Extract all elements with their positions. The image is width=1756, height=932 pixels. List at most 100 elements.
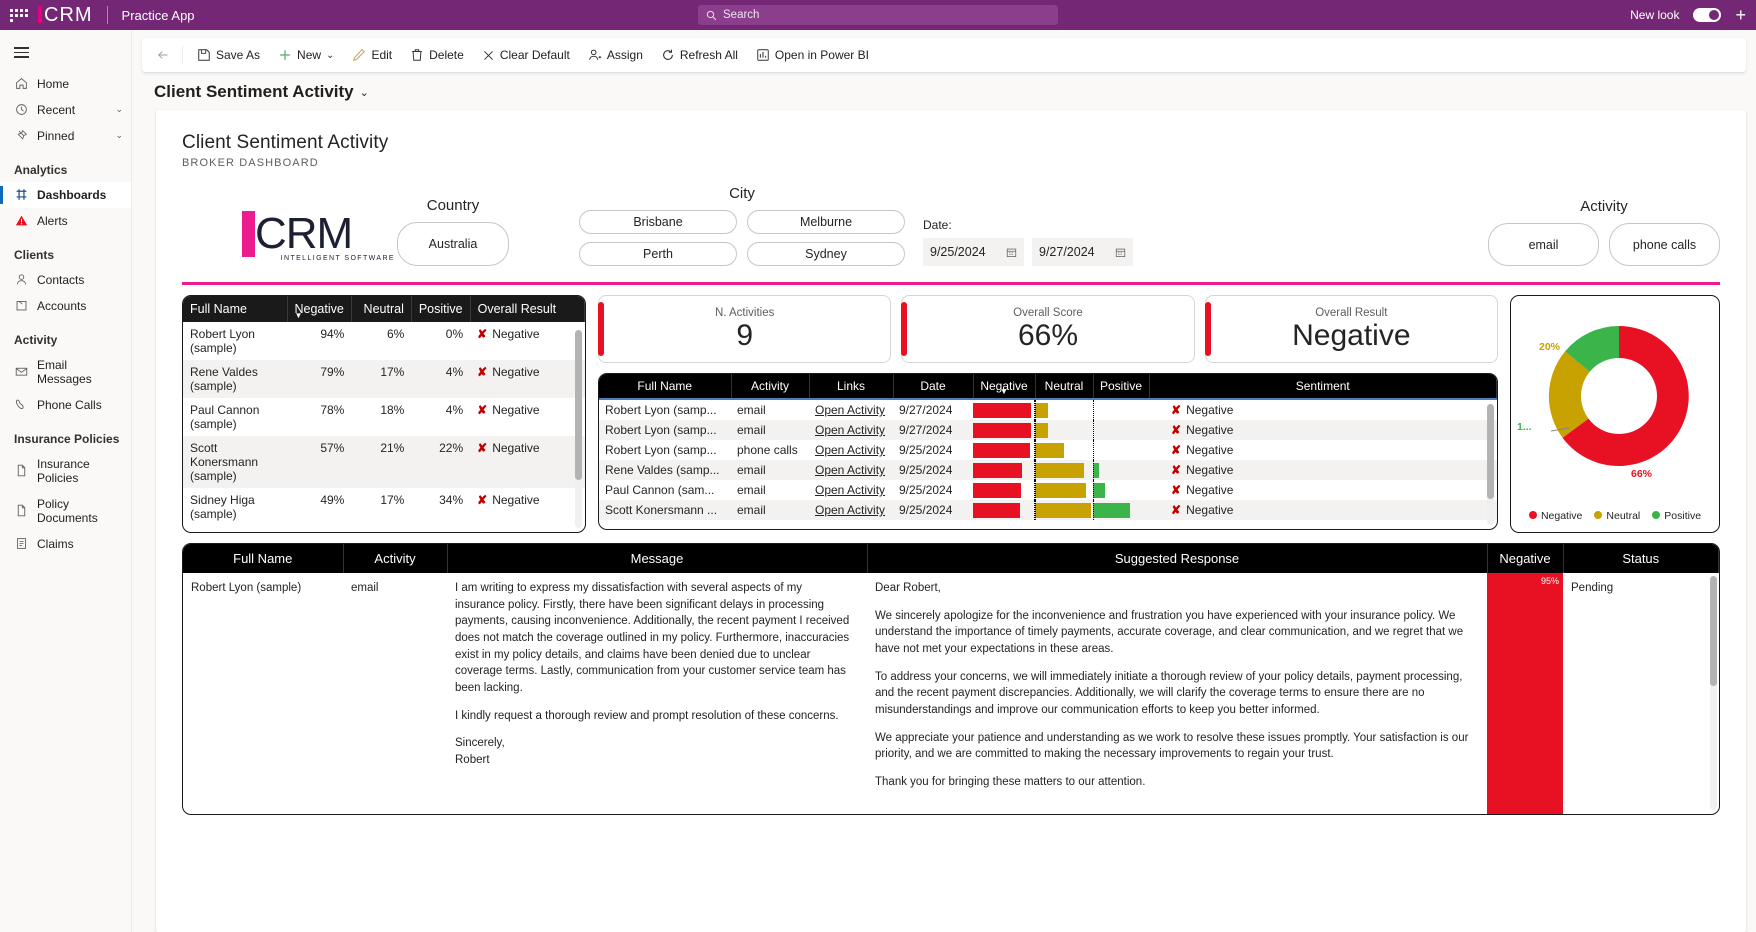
table-row[interactable]: Rene Valdes (samp... email Open Activity… [599,460,1497,480]
chevron-down-icon[interactable]: ⌄ [326,50,334,61]
sidebar-item-pinned[interactable]: Pinned ⌄ [0,123,131,149]
table-row[interactable]: Robert Lyon (samp... email Open Activity… [599,420,1497,440]
scrollbar-thumb[interactable] [575,330,582,480]
col-message[interactable]: Message [447,544,868,573]
col-full-name[interactable]: Full Name [183,544,344,573]
open-in-power-bi-button[interactable]: Open in Power BI [748,44,877,66]
table-row[interactable]: Scott Konersmann ... email Open Activity… [599,500,1497,520]
table-row[interactable]: Robert Lyon (sample) email I am writing … [183,573,1719,814]
clear-default-button[interactable]: Clear Default [474,44,578,66]
legend-item-positive[interactable]: Positive [1652,510,1701,522]
cell-link[interactable]: Open Activity [809,399,893,420]
calendar-icon[interactable] [1006,247,1017,258]
page-title[interactable]: Client Sentiment Activity ⌄ [132,72,1756,110]
summary-table-scrollbar[interactable] [575,330,582,528]
col-neutral[interactable]: Neutral [1035,374,1094,399]
col-activity[interactable]: Activity [343,544,448,573]
open-activity-link[interactable]: Open Activity [815,463,885,477]
col-date[interactable]: Date [893,374,974,399]
col-overall-result[interactable]: Overall Result [470,296,585,322]
table-row[interactable]: Paul Cannon (sample) 78% 18% 4% ✘ Negativ… [183,398,585,436]
calendar-icon[interactable] [1115,247,1126,258]
table-row[interactable]: Rene Valdes (sample) 79% 17% 4% ✘ Negativ… [183,360,585,398]
cell-link[interactable]: Open Activity [809,460,893,480]
sidebar-item-policy-documents[interactable]: Policy Documents [0,491,131,531]
chevron-down-icon[interactable]: ⌄ [360,86,369,99]
open-activity-link[interactable]: Open Activity [815,403,885,417]
legend-item-neutral[interactable]: Neutral [1594,510,1640,522]
detail-table-scrollbar[interactable] [1487,404,1494,525]
open-activity-link[interactable]: Open Activity [815,483,885,497]
donut-chart[interactable] [1519,304,1713,494]
col-activity[interactable]: Activity [731,374,810,399]
scrollbar-thumb[interactable] [1710,576,1717,686]
cell-link[interactable]: Open Activity [809,500,893,520]
message-table-scrollbar[interactable] [1710,576,1717,810]
col-negative[interactable]: Negative ▼ [287,296,352,322]
date-from-input[interactable]: 9/25/2024 [923,238,1024,266]
table-row[interactable]: Scott Konersmann (sample) 57% 21% 22% ✘ N… [183,436,585,488]
table-row[interactable]: Robert Lyon (sample) 94% 6% 0% ✘ Negative [183,322,585,360]
app-header: CRM Practice App Search New look + [0,0,1756,30]
sidebar-item-claims[interactable]: Claims [0,531,131,557]
sidebar-collapse-icon[interactable] [0,36,131,71]
add-icon[interactable]: + [1735,6,1746,24]
cell-link[interactable]: Open Activity [809,440,893,460]
table-row[interactable]: Paul Cannon (sam... email Open Activity … [599,480,1497,500]
header-divider [106,6,108,24]
cell-link[interactable]: Open Activity [809,480,893,500]
col-suggested-response[interactable]: Suggested Response [867,544,1488,573]
col-sentiment[interactable]: Sentiment [1149,374,1497,399]
legend-item-negative[interactable]: Negative [1528,510,1582,522]
sidebar-item-dashboards[interactable]: Dashboards [0,181,131,208]
save-as-button[interactable]: Save As [189,44,268,66]
open-activity-link[interactable]: Open Activity [815,503,885,517]
city-option-brisbane[interactable]: Brisbane [579,210,737,234]
col-positive[interactable]: Positive [411,296,471,322]
refresh-all-button[interactable]: Refresh All [653,44,746,66]
app-launcher-icon[interactable] [10,8,28,22]
search-placeholder-text: Search [723,9,760,21]
sidebar-item-phone-calls[interactable]: Phone Calls [0,392,131,418]
delete-button[interactable]: Delete [402,44,472,66]
city-option-melburne[interactable]: Melburne [747,210,905,234]
assign-button[interactable]: Assign [580,44,651,66]
new-button[interactable]: New ⌄ [270,44,342,66]
table-row[interactable]: Robert Lyon (samp... phone calls Open Ac… [599,440,1497,460]
sidebar-item-alerts[interactable]: Alerts [0,208,131,234]
chevron-down-icon[interactable]: ⌄ [115,104,123,115]
col-neutral[interactable]: Neutral [351,296,412,322]
sidebar-item-home[interactable]: Home [0,71,131,97]
scrollbar-thumb[interactable] [1487,404,1494,499]
search-input[interactable]: Search [698,5,1058,25]
sidebar-item-recent[interactable]: Recent ⌄ [0,97,131,123]
col-status[interactable]: Status [1563,544,1719,573]
date-to-input[interactable]: 9/27/2024 [1032,238,1133,266]
sidebar-item-email-messages[interactable]: Email Messages [0,352,131,392]
col-full-name[interactable]: Full Name [183,296,288,322]
activity-option-phone-calls[interactable]: phone calls [1609,223,1720,266]
new-look-toggle[interactable] [1693,8,1722,22]
sidebar-item-contacts[interactable]: Contacts [0,267,131,293]
col-full-name[interactable]: Full Name [599,374,732,399]
table-row[interactable]: Robert Lyon (samp... email Open Activity… [599,399,1497,420]
sidebar-item-label: Alerts [37,213,68,228]
cell-link[interactable]: Open Activity [809,420,893,440]
col-positive[interactable]: Positive [1093,374,1150,399]
col-links[interactable]: Links [809,374,894,399]
city-option-perth[interactable]: Perth [579,242,737,266]
chevron-down-icon[interactable]: ⌄ [115,130,123,141]
back-button[interactable] [150,45,176,65]
edit-button[interactable]: Edit [344,44,400,66]
sidebar-item-accounts[interactable]: Accounts [0,293,131,319]
bar-positive [1093,502,1130,518]
table-row[interactable]: Sidney Higa (sample) 49% 17% 34% ✘ Negati… [183,488,585,526]
city-option-sydney[interactable]: Sydney [747,242,905,266]
sidebar-item-insurance-policies[interactable]: Insurance Policies [0,451,131,491]
activity-option-email[interactable]: email [1488,223,1599,266]
country-option-australia[interactable]: Australia [397,222,509,266]
col-negative[interactable]: Negative [1487,544,1564,573]
open-activity-link[interactable]: Open Activity [815,443,885,457]
col-negative[interactable]: Negative ▼ [973,374,1036,399]
open-activity-link[interactable]: Open Activity [815,423,885,437]
